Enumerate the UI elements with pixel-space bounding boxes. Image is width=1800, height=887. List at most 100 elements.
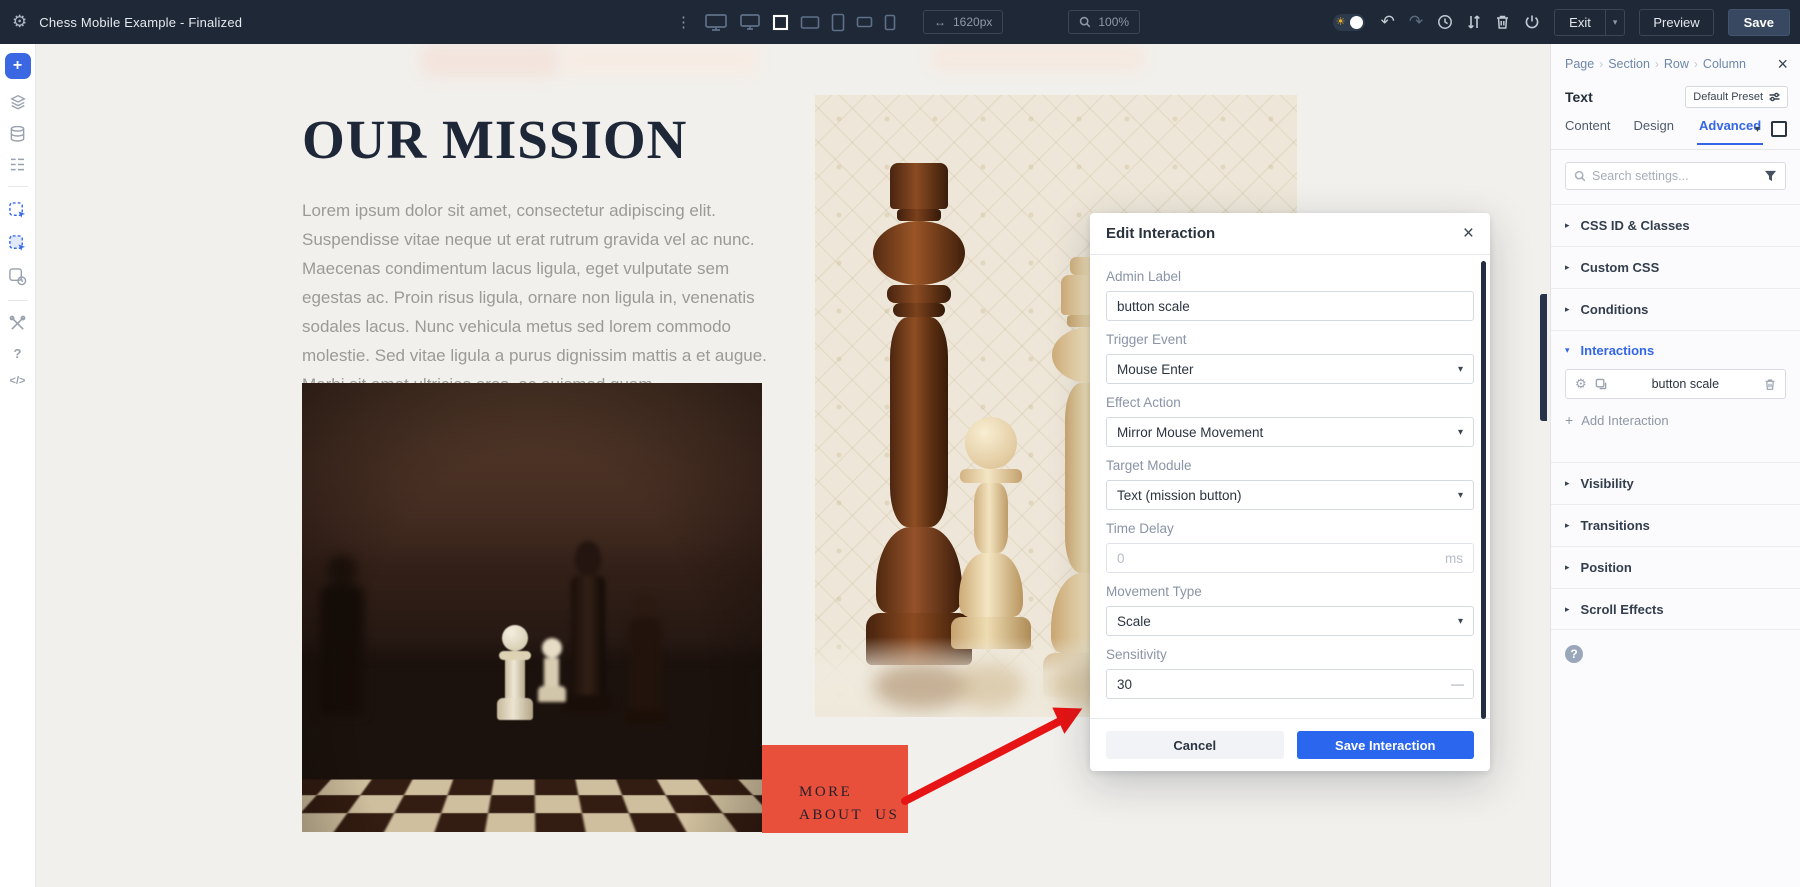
layers-icon[interactable] bbox=[9, 93, 27, 111]
desktop-icon[interactable] bbox=[739, 13, 761, 31]
caret-right-icon: ▸ bbox=[1565, 604, 1570, 615]
interactions-header[interactable]: ▾ Interactions bbox=[1551, 343, 1800, 358]
cropped-image-blob bbox=[420, 44, 560, 78]
help-button[interactable]: ? bbox=[1565, 645, 1583, 663]
admin-label-input[interactable] bbox=[1106, 291, 1474, 321]
module-history-icon[interactable] bbox=[8, 267, 27, 286]
click-select-icon[interactable] bbox=[8, 201, 27, 220]
help-icon[interactable]: ? bbox=[14, 346, 22, 361]
tools-icon[interactable] bbox=[9, 315, 26, 332]
section-css-id-classes[interactable]: ▸ CSS ID & Classes bbox=[1551, 204, 1800, 246]
power-icon[interactable] bbox=[1524, 14, 1540, 30]
cream-pawn-piece bbox=[948, 417, 1034, 649]
drag-select-icon[interactable] bbox=[8, 234, 27, 253]
history-icon[interactable] bbox=[1437, 14, 1453, 30]
trigger-event-value: Mouse Enter bbox=[1117, 362, 1194, 377]
viewport-width-input[interactable]: ↔ 1620px bbox=[923, 10, 1003, 34]
save-interaction-button[interactable]: Save Interaction bbox=[1297, 731, 1475, 759]
target-module-select[interactable]: Text (mission button) ▾ bbox=[1106, 480, 1474, 510]
caret-right-icon: ▸ bbox=[1565, 478, 1570, 489]
piece-reflection bbox=[955, 663, 1025, 709]
tab-content[interactable]: Content bbox=[1565, 118, 1611, 143]
interaction-duplicate-icon[interactable] bbox=[1595, 378, 1607, 390]
breadcrumb-section[interactable]: Section bbox=[1608, 57, 1650, 71]
section-transitions[interactable]: ▸ Transitions bbox=[1551, 504, 1800, 546]
movement-type-select[interactable]: Scale ▾ bbox=[1106, 606, 1474, 636]
interaction-settings-icon[interactable]: ⚙ bbox=[1575, 376, 1587, 392]
module-header: Text Default Preset bbox=[1565, 86, 1788, 108]
cropped-image-blob bbox=[560, 44, 760, 75]
modal-close-icon[interactable]: × bbox=[1463, 224, 1474, 243]
wireframe-icon[interactable] bbox=[9, 157, 26, 172]
more-options-icon[interactable]: ⋮ bbox=[676, 13, 691, 31]
interaction-delete-icon[interactable] bbox=[1764, 378, 1776, 391]
redo-icon[interactable]: ↷ bbox=[1409, 12, 1423, 32]
section-label: Conditions bbox=[1581, 302, 1649, 317]
sensitivity-input[interactable] bbox=[1106, 669, 1474, 699]
toolbar-right: ☀ ↶ ↷ Exit ▾ Preview Save bbox=[1333, 0, 1790, 44]
trash-icon[interactable] bbox=[1495, 14, 1510, 30]
cancel-button[interactable]: Cancel bbox=[1106, 731, 1284, 759]
width-arrows-icon: ↔ bbox=[934, 15, 946, 29]
effect-action-select[interactable]: Mirror Mouse Movement ▾ bbox=[1106, 417, 1474, 447]
time-delay-placeholder: 0 bbox=[1117, 551, 1125, 566]
add-module-button[interactable]: + bbox=[5, 53, 31, 79]
caret-right-icon: ▸ bbox=[1565, 562, 1570, 573]
trigger-event-select[interactable]: Mouse Enter ▾ bbox=[1106, 354, 1474, 384]
tab-design[interactable]: Design bbox=[1634, 118, 1674, 143]
phone-landscape-icon[interactable] bbox=[856, 16, 873, 28]
expand-panel-icon[interactable] bbox=[1771, 121, 1787, 137]
photo-vignette bbox=[302, 383, 762, 832]
panel-close-icon[interactable]: × bbox=[1777, 55, 1788, 73]
section-conditions[interactable]: ▸ Conditions bbox=[1551, 288, 1800, 330]
desktop-large-icon[interactable] bbox=[704, 13, 728, 32]
interaction-item[interactable]: ⚙ button scale bbox=[1565, 369, 1786, 399]
time-delay-label: Time Delay bbox=[1106, 521, 1474, 536]
caret-down-icon: ▾ bbox=[1565, 345, 1570, 356]
code-icon[interactable]: </> bbox=[10, 375, 26, 387]
tablet-landscape-icon[interactable] bbox=[800, 15, 820, 30]
page-canvas[interactable]: OUR MISSION Lorem ipsum dolor sit amet, … bbox=[36, 44, 1550, 887]
preview-button[interactable]: Preview bbox=[1639, 9, 1713, 36]
add-interaction-link[interactable]: + Add Interaction bbox=[1565, 412, 1786, 428]
settings-sections: ▸ CSS ID & Classes ▸ Custom CSS ▸ Condit… bbox=[1551, 204, 1800, 663]
exit-button[interactable]: Exit bbox=[1555, 10, 1605, 35]
tablet-portrait-icon[interactable] bbox=[831, 13, 845, 32]
edit-interaction-modal: Edit Interaction × Admin Label Trigger E… bbox=[1090, 213, 1490, 771]
interaction-item-label: button scale bbox=[1615, 377, 1756, 391]
section-label: CSS ID & Classes bbox=[1581, 218, 1690, 233]
section-custom-css[interactable]: ▸ Custom CSS bbox=[1551, 246, 1800, 288]
sun-icon: ☀ bbox=[1336, 15, 1346, 30]
modal-scrollbar-thumb[interactable] bbox=[1481, 261, 1486, 719]
section-scroll-effects[interactable]: ▸ Scroll Effects bbox=[1551, 588, 1800, 630]
phone-portrait-icon[interactable] bbox=[884, 14, 896, 31]
breadcrumb-page[interactable]: Page bbox=[1565, 57, 1594, 71]
tab-advanced[interactable]: Advanced bbox=[1697, 118, 1763, 145]
more-about-us-button[interactable]: MORE ABOUT US bbox=[762, 745, 908, 833]
modal-body: Admin Label Trigger Event Mouse Enter ▾ … bbox=[1090, 255, 1490, 718]
plus-icon: + bbox=[1565, 412, 1573, 428]
section-visibility[interactable]: ▸ Visibility bbox=[1551, 462, 1800, 504]
time-delay-input[interactable]: 0 ms bbox=[1106, 543, 1474, 573]
theme-toggle[interactable]: ☀ bbox=[1333, 14, 1365, 31]
active-section-indicator bbox=[1543, 294, 1547, 421]
add-interaction-label: Add Interaction bbox=[1581, 413, 1668, 428]
sort-portability-icon[interactable] bbox=[1467, 14, 1481, 30]
section-position[interactable]: ▸ Position bbox=[1551, 546, 1800, 588]
zoom-level-input[interactable]: 100% bbox=[1068, 10, 1140, 34]
default-preset-button[interactable]: Default Preset bbox=[1685, 86, 1788, 108]
current-breakpoint-icon[interactable] bbox=[772, 14, 789, 31]
exit-caret-icon[interactable]: ▾ bbox=[1605, 10, 1625, 35]
search-settings-input[interactable] bbox=[1592, 169, 1758, 183]
settings-panel: Page › Section › Row › Column × Text Def… bbox=[1550, 44, 1800, 887]
filter-funnel-icon[interactable] bbox=[1764, 170, 1777, 182]
settings-gear-icon[interactable]: ⚙ bbox=[12, 12, 27, 32]
save-button[interactable]: Save bbox=[1728, 9, 1790, 36]
section-label: Transitions bbox=[1581, 518, 1650, 533]
undo-icon[interactable]: ↶ bbox=[1381, 12, 1395, 32]
breadcrumb-row[interactable]: Row bbox=[1664, 57, 1689, 71]
tabs-caret-icon[interactable]: ▾ bbox=[1755, 124, 1760, 135]
breadcrumb-column[interactable]: Column bbox=[1703, 57, 1746, 71]
database-icon[interactable] bbox=[9, 125, 26, 143]
breadcrumb-separator: › bbox=[1655, 57, 1659, 71]
